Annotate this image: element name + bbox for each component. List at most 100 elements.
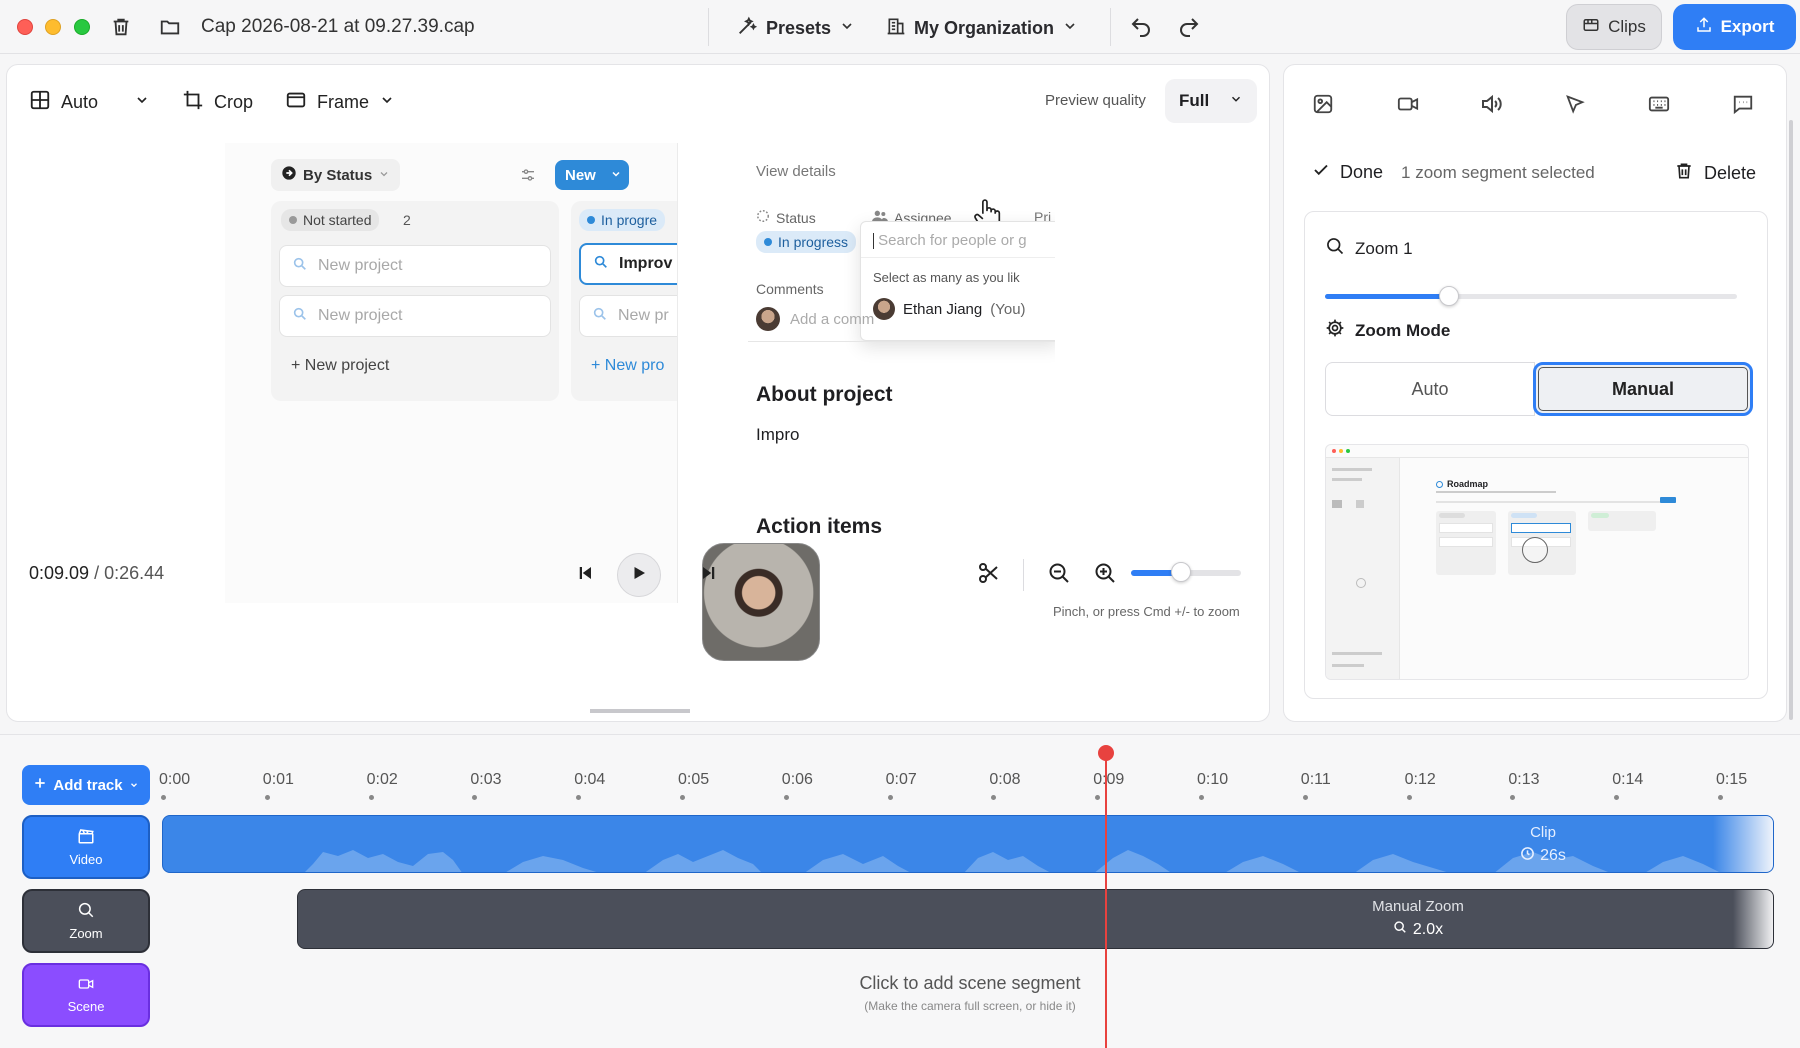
slider-knob[interactable] xyxy=(1170,562,1191,582)
status-dot xyxy=(764,238,772,246)
title-bar: Cap 2026-08-21 at 09.27.39.cap Presets M… xyxy=(0,0,1800,54)
folder-icon[interactable] xyxy=(157,14,183,40)
maximize-window-button[interactable] xyxy=(74,19,90,35)
skip-forward-icon xyxy=(700,564,718,587)
clock-icon xyxy=(1520,846,1535,866)
assignee-dropdown: Search for people or g Select as many as… xyxy=(860,221,1055,341)
image-icon xyxy=(1312,93,1334,120)
zoom-target-preview[interactable]: Roadmap xyxy=(1325,444,1749,680)
scene-add-hint[interactable]: Click to add scene segment xyxy=(760,973,1180,994)
playhead-handle[interactable] xyxy=(1098,745,1114,761)
minimize-window-button[interactable] xyxy=(45,19,61,35)
ruler-tick-label: 0:02 xyxy=(366,771,398,788)
project-title: Cap 2026-08-21 at 09.27.39.cap xyxy=(201,16,475,37)
trash-icon[interactable] xyxy=(108,14,134,40)
add-track-button[interactable]: Add track xyxy=(22,765,150,805)
done-button[interactable]: Done xyxy=(1312,161,1383,184)
status-dot xyxy=(587,216,595,224)
camera-tab[interactable] xyxy=(1391,89,1425,123)
keyboard-tab[interactable] xyxy=(1642,89,1676,123)
playhead[interactable] xyxy=(1105,755,1107,1048)
chevron-down-icon xyxy=(129,777,139,794)
preview-quality-label: Preview quality xyxy=(1045,92,1146,109)
redo-icon[interactable] xyxy=(1176,14,1202,40)
ruler-tick-label: 0:01 xyxy=(262,771,294,788)
ruler-tick-mark xyxy=(1302,795,1308,800)
mode-auto-button[interactable]: Auto xyxy=(1325,362,1535,416)
preview-quality-select[interactable]: Full xyxy=(1165,79,1257,123)
play-icon xyxy=(630,564,648,587)
text-caret xyxy=(873,233,874,250)
skip-forward-button[interactable] xyxy=(687,553,731,597)
slider-knob[interactable] xyxy=(1438,286,1459,306)
clip-label: Clip xyxy=(1530,824,1556,841)
zoom-segment[interactable]: Manual Zoom 2.0x xyxy=(297,889,1774,949)
ruler-tick-mark xyxy=(368,795,374,800)
video-camera-icon xyxy=(77,976,95,995)
mode-manual-button[interactable]: Manual xyxy=(1533,362,1753,416)
search-icon xyxy=(77,901,95,922)
search-placeholder: Search for people or g xyxy=(878,232,1027,249)
play-button[interactable] xyxy=(617,553,661,597)
divider xyxy=(708,8,709,46)
panel-scrollbar[interactable] xyxy=(1789,120,1793,720)
selection-status: Done 1 zoom segment selected xyxy=(1312,161,1595,184)
split-button[interactable] xyxy=(969,553,1009,597)
building-icon xyxy=(886,16,906,41)
card-title: New project xyxy=(318,307,403,324)
delete-button[interactable]: Delete xyxy=(1674,161,1756,186)
video-clip-segment[interactable]: Clip 26s xyxy=(162,815,1774,873)
resize-handle[interactable] xyxy=(590,709,690,713)
magic-wand-icon xyxy=(736,15,758,42)
undo-icon[interactable] xyxy=(1128,14,1154,40)
timeline: Add track 0:00 0:01 0:02 0:03 0:04 0:05 0:06 0:… xyxy=(0,734,1800,1048)
organization-menu[interactable]: My Organization xyxy=(886,14,1078,42)
status-property-label: Status xyxy=(756,209,816,226)
cursor-tab[interactable] xyxy=(1558,89,1592,123)
organization-label: My Organization xyxy=(914,17,1055,38)
zoom-in-button[interactable] xyxy=(1087,553,1123,597)
add-card-row: + New project xyxy=(279,345,551,387)
ruler-tick-mark xyxy=(887,795,893,800)
audio-tab[interactable] xyxy=(1474,89,1508,123)
zoom-segment-value: 2.0x xyxy=(1328,920,1508,939)
person-name: Ethan Jiang xyxy=(903,300,983,318)
export-button[interactable]: Export xyxy=(1673,4,1796,50)
preview-detail-pane: View details Status In progress Assignee… xyxy=(677,143,1055,603)
video-track-header[interactable]: Video xyxy=(22,815,150,879)
zoom-out-button[interactable] xyxy=(1041,553,1077,597)
ruler-tick-label: 0:09 xyxy=(1093,771,1125,788)
scene-track-header[interactable]: Scene xyxy=(22,963,150,1027)
chevron-down-icon xyxy=(1229,91,1243,111)
presets-menu[interactable]: Presets xyxy=(736,14,855,42)
ruler-tick-mark xyxy=(1095,795,1101,800)
timeline-zoom-slider[interactable] xyxy=(1131,562,1241,582)
zoom-amount-slider[interactable] xyxy=(1325,286,1737,306)
ruler-tick-mark xyxy=(1718,795,1723,800)
zoom-target-circle[interactable] xyxy=(1522,537,1548,563)
ruler-tick-label: 0:11 xyxy=(1300,771,1331,788)
card-title: New pr xyxy=(618,307,669,324)
frame-dropdown[interactable]: Frame xyxy=(285,89,395,116)
video-preview[interactable]: By Status New Not started 2 New project … xyxy=(225,143,1055,603)
add-card-label: + New pro xyxy=(591,357,665,374)
background-tab[interactable] xyxy=(1306,89,1340,123)
crop-button[interactable]: Crop xyxy=(182,89,253,116)
layout-icon xyxy=(29,89,51,116)
speaker-icon xyxy=(1479,92,1503,121)
ruler-tick-mark xyxy=(1614,795,1620,800)
captions-tab[interactable] xyxy=(1726,89,1760,123)
divider xyxy=(1110,8,1111,46)
skip-back-button[interactable] xyxy=(563,553,607,597)
zoom-track-header[interactable]: Zoom xyxy=(22,889,150,953)
layout-dropdown[interactable]: Auto xyxy=(29,89,150,116)
zoom-mode-heading: Zoom Mode xyxy=(1325,318,1450,343)
thumb-sidebar xyxy=(1326,458,1400,679)
chevron-down-icon xyxy=(134,92,150,113)
close-window-button[interactable] xyxy=(17,19,33,35)
search-icon xyxy=(1393,920,1407,939)
ruler-tick-label: 0:03 xyxy=(470,771,502,788)
preview-quality-value: Full xyxy=(1179,91,1210,110)
clips-button[interactable]: Clips xyxy=(1566,4,1662,50)
ruler-tick-mark xyxy=(680,795,685,800)
